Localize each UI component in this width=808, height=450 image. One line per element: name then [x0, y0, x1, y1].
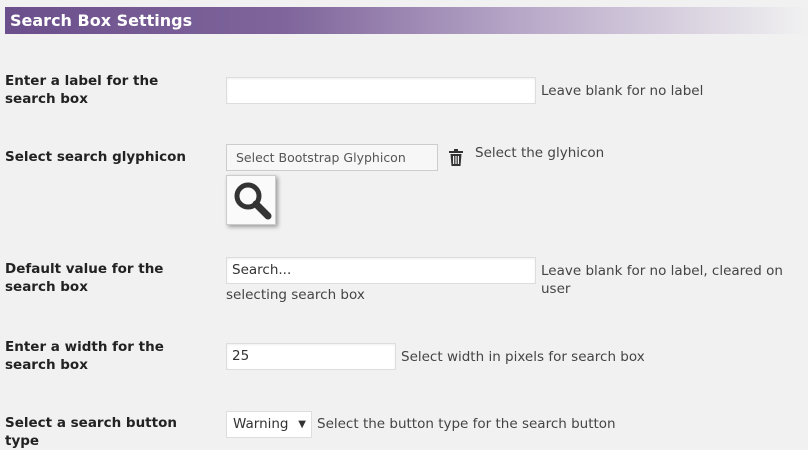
width-description: Select width in pixels for search box: [401, 349, 645, 365]
button-type-select[interactable]: Warning ▼: [226, 411, 312, 438]
trash-icon[interactable]: [449, 149, 463, 166]
width-input[interactable]: 25: [226, 343, 396, 370]
button-type-description: Select the button type for the search bu…: [317, 416, 616, 432]
dropdown-arrow-icon: ▼: [298, 419, 306, 430]
glyphicon-preview: [226, 175, 276, 225]
search-label-input[interactable]: [226, 77, 536, 104]
default-value-description: Leave blank for no label, cleared on use…: [541, 263, 783, 297]
width-label: Enter a width for the search box: [5, 339, 164, 373]
default-value-label: Default value for the search box: [5, 261, 164, 295]
default-value-description-cont: selecting search box: [226, 287, 365, 303]
section-header: Search Box Settings: [5, 7, 808, 34]
section-title: Search Box Settings: [10, 11, 193, 30]
glyphicon-label: Select search glyphicon: [5, 149, 186, 165]
search-label-label: Enter a label for the search box: [5, 73, 159, 107]
button-type-selected: Warning: [233, 416, 289, 432]
select-glyphicon-button[interactable]: Select Bootstrap Glyphicon: [226, 144, 438, 171]
button-type-label: Select a search button type: [5, 415, 177, 449]
search-label-description: Leave blank for no label: [541, 83, 704, 99]
glyphicon-description: Select the glyhicon: [475, 145, 605, 161]
default-value-input[interactable]: Search...: [226, 257, 536, 284]
search-icon: [231, 180, 273, 226]
